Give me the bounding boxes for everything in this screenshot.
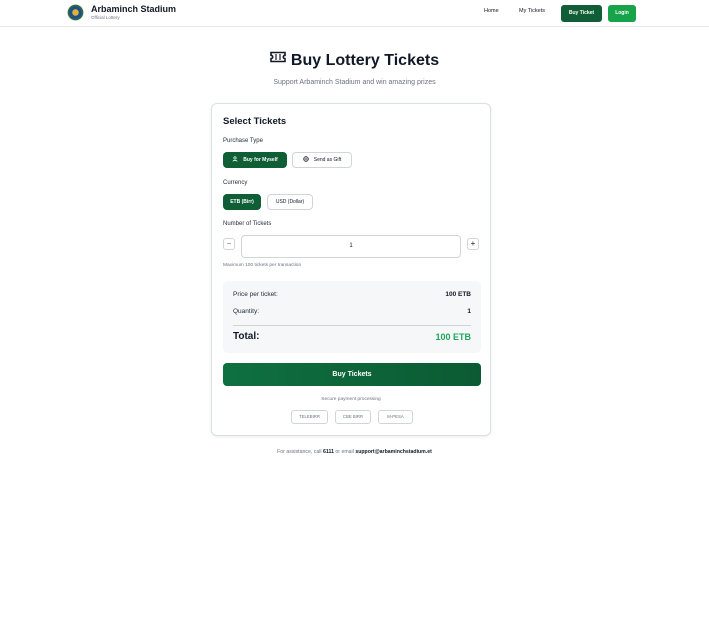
ticket-purchase-card: Select Tickets Purchase Type Buy for Mys…	[211, 103, 491, 436]
currency-label: Currency	[223, 180, 248, 186]
quantity-label: Quantity:	[233, 308, 260, 315]
footer-phone[interactable]: 6111	[323, 449, 334, 455]
send-as-gift-label: Send as Gift	[313, 157, 342, 163]
currency-etb-option[interactable]: ETB (Birr)	[223, 194, 261, 210]
footer-prefix: For assistance, call	[277, 449, 322, 455]
total-label: Total:	[233, 331, 260, 342]
ticket-quantity-input[interactable]: 1	[241, 235, 461, 258]
nav-buy-ticket-button[interactable]: Buy Ticket	[561, 5, 602, 22]
order-summary: Price per ticket: 100 ETB Quantity: 1 To…	[223, 281, 481, 353]
total-value: 100 ETB	[435, 332, 471, 342]
nav-login-button[interactable]: Login	[608, 5, 636, 22]
brand-title[interactable]: Arbaminch Stadium	[91, 4, 176, 14]
buy-for-myself-option[interactable]: Buy for Myself	[223, 152, 287, 168]
top-navbar: Arbaminch Stadium Official Lottery Home …	[0, 0, 709, 27]
payment-method-m-pesa: M-PESA	[378, 410, 413, 424]
card-title: Select Tickets	[223, 116, 287, 127]
currency-usd-option[interactable]: USD (Dollar)	[267, 194, 313, 210]
price-per-ticket-value: 100 ETB	[445, 291, 471, 298]
buy-tickets-button[interactable]: Buy Tickets	[223, 363, 481, 386]
page-subtitle: Support Arbaminch Stadium and win amazin…	[273, 79, 436, 86]
footer-email[interactable]: support@arbaminchstadium.et	[355, 449, 432, 455]
user-icon	[232, 156, 238, 162]
summary-divider	[233, 325, 471, 326]
decrement-button[interactable]: −	[223, 238, 235, 250]
buy-for-myself-label: Buy for Myself	[243, 157, 278, 163]
stadium-logo-icon[interactable]	[67, 4, 84, 21]
nav-link-my-tickets[interactable]: My Tickets	[519, 8, 545, 14]
globe-icon	[303, 156, 309, 162]
send-as-gift-option[interactable]: Send as Gift	[292, 152, 352, 168]
footer-middle: or email	[335, 449, 354, 455]
nav-link-home[interactable]: Home	[484, 8, 499, 14]
secure-payment-text: Secure payment processing	[321, 397, 381, 402]
page-title: Buy Lottery Tickets	[0, 50, 709, 70]
number-of-tickets-label: Number of Tickets	[223, 221, 272, 227]
payment-method-telebirr: TELEBIRR	[291, 410, 328, 424]
ticket-icon	[270, 50, 286, 68]
assistance-footer: For assistance, call 6111 or email suppo…	[0, 449, 709, 455]
price-per-ticket-label: Price per ticket:	[233, 291, 278, 298]
max-tickets-hint: Maximum 100 tickets per transaction	[223, 263, 302, 268]
brand-subtitle: Official Lottery	[91, 15, 120, 20]
purchase-type-label: Purchase Type	[223, 138, 263, 144]
page-title-text: Buy Lottery Tickets	[290, 52, 440, 69]
quantity-value: 1	[467, 308, 471, 315]
increment-button[interactable]: +	[467, 238, 479, 250]
payment-method-cbe-birr: CBE BIRR	[335, 410, 371, 424]
